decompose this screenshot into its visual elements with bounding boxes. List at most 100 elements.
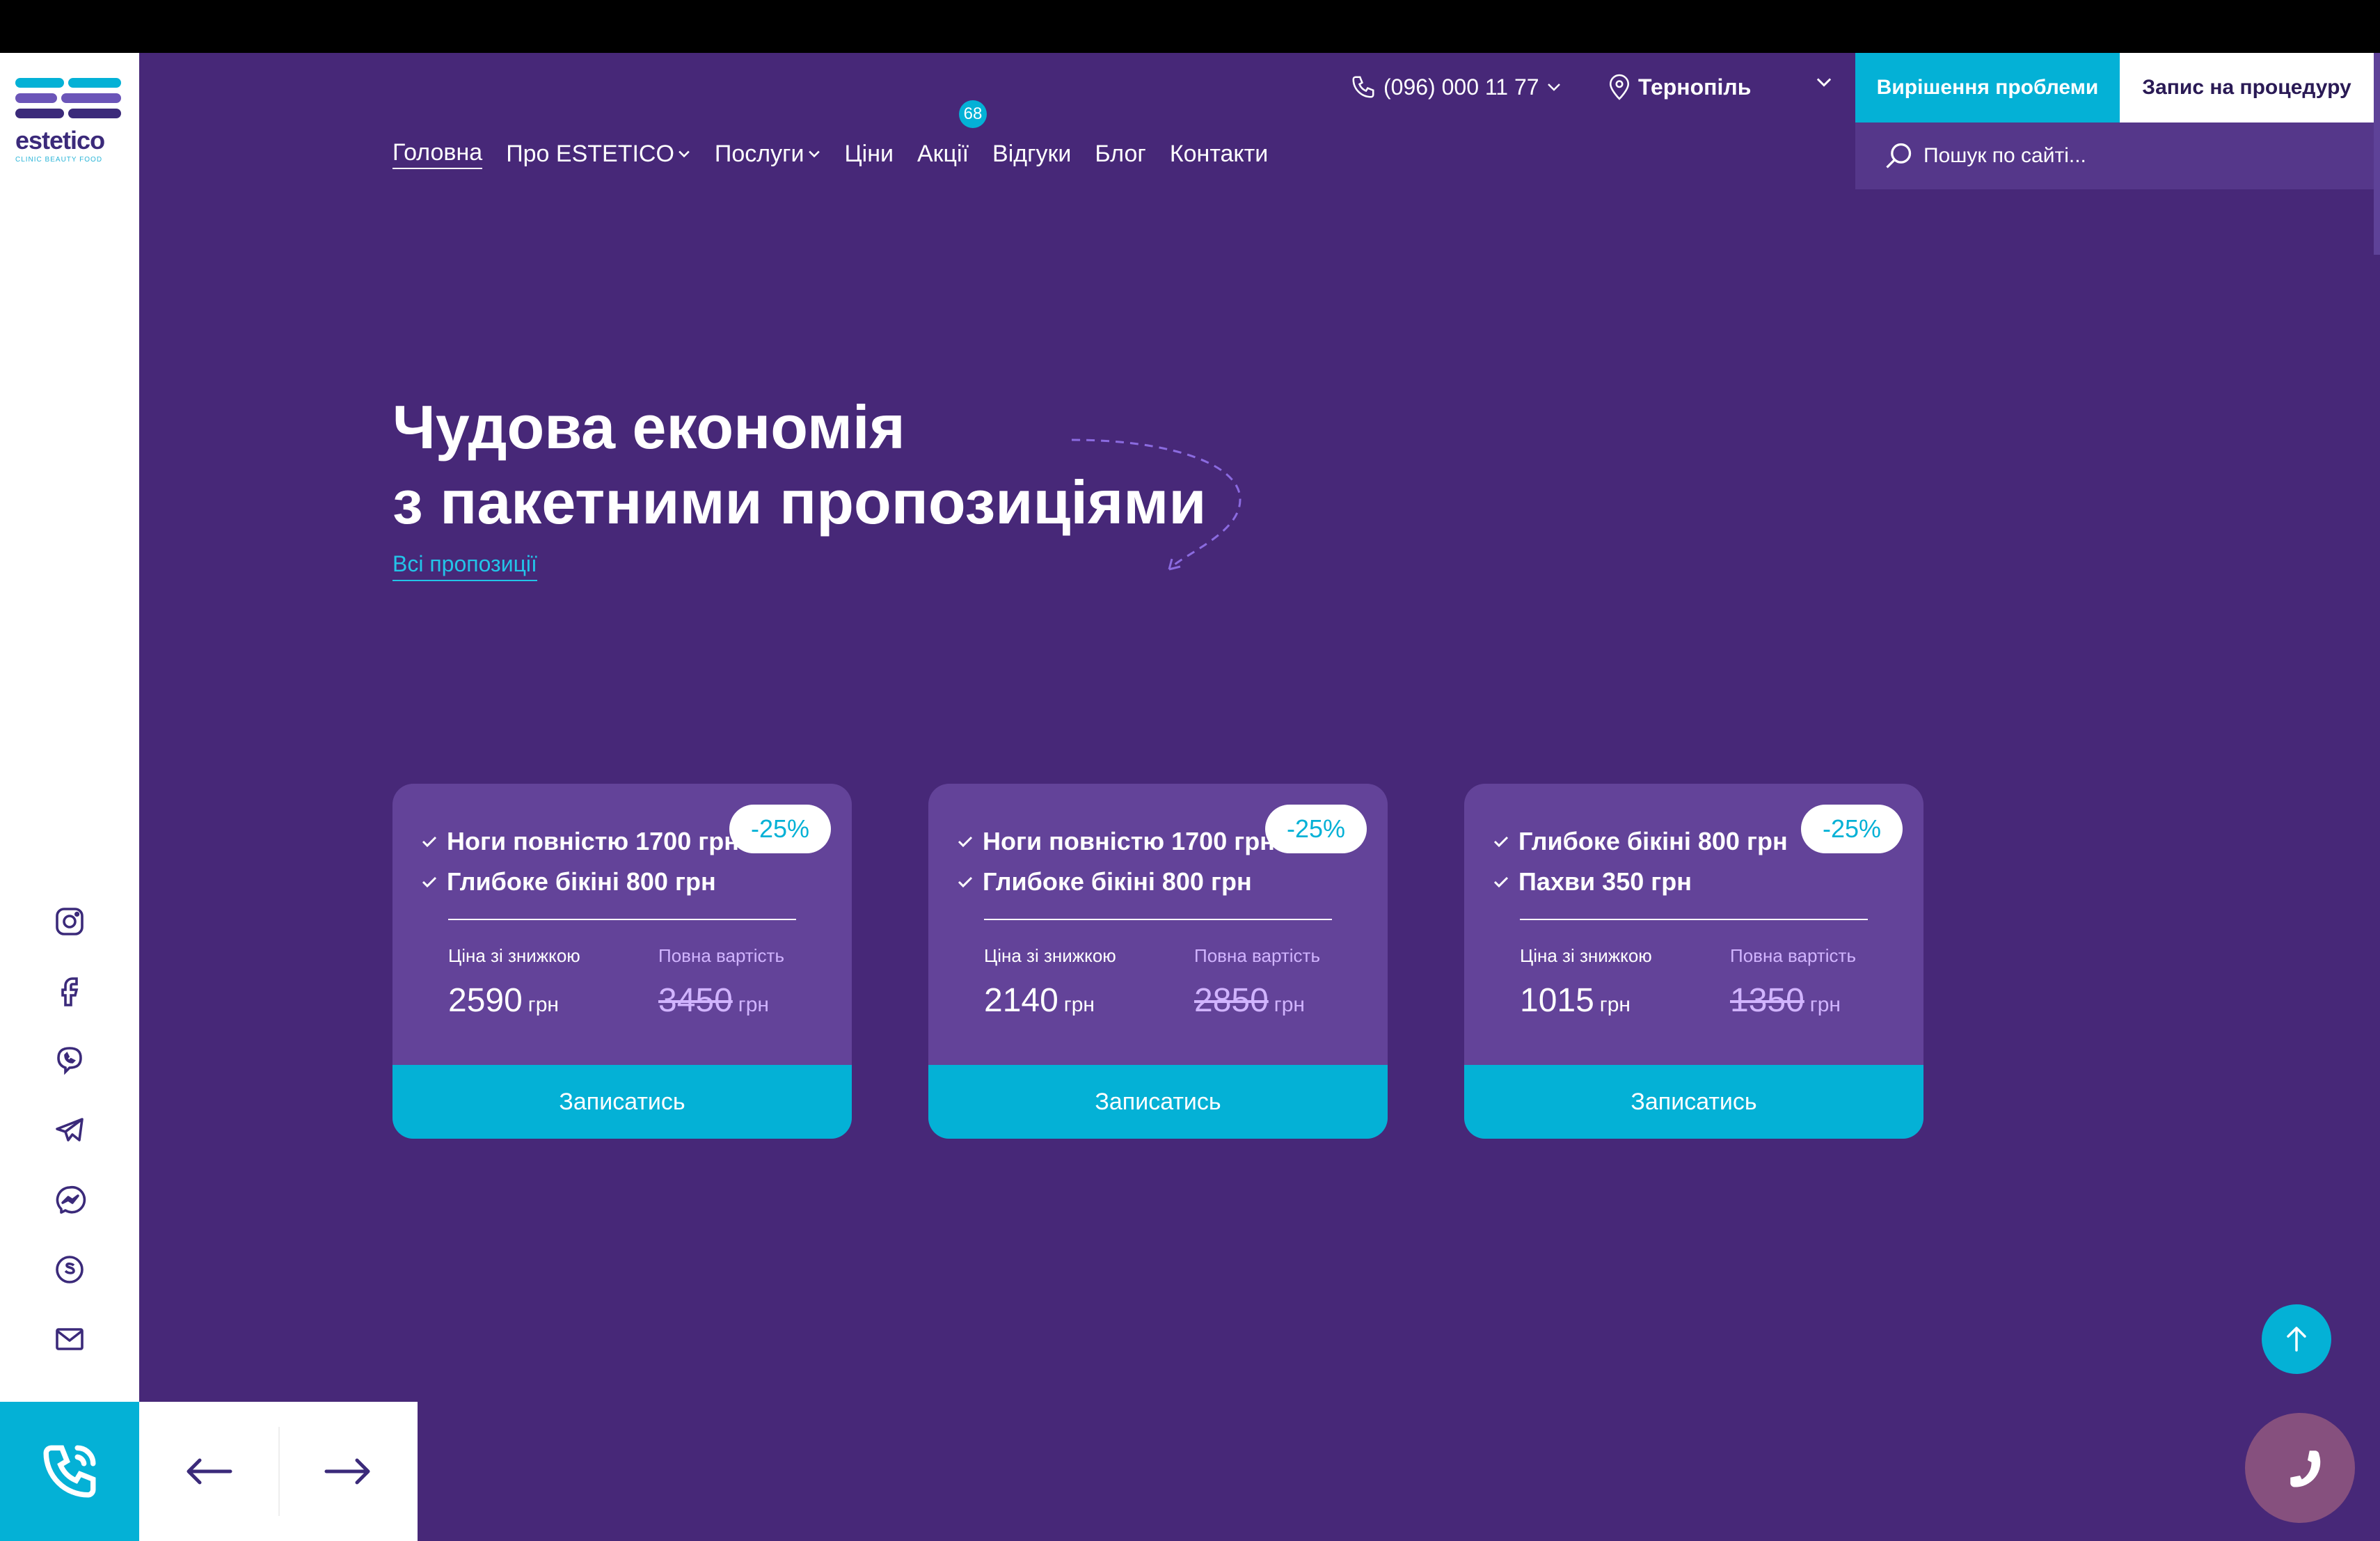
nav-label: Відгуки <box>992 140 1072 167</box>
nav-item-services[interactable]: Послуги <box>715 141 821 168</box>
chevron-down-icon <box>1547 84 1560 91</box>
chevron-down-icon <box>679 150 690 158</box>
discount-badge: -25% <box>729 805 831 853</box>
currency: грн <box>738 993 769 1016</box>
messenger-icon[interactable] <box>51 1182 88 1218</box>
nav-label: Акції <box>917 140 969 167</box>
mail-icon[interactable] <box>51 1321 88 1357</box>
check-icon <box>422 876 437 888</box>
header-phone[interactable]: (096) 000 11 77 <box>1350 70 1562 104</box>
offer-item-text: Ноги повністю 1700 грн <box>983 827 1275 855</box>
next-slide-button[interactable] <box>278 1402 418 1541</box>
currency: грн <box>1599 993 1631 1016</box>
chevron-down-icon[interactable] <box>1815 77 1833 88</box>
offer-items: Ноги повністю 1700 грн Глибоке бікіні 80… <box>958 821 1275 902</box>
nav-label: Ціни <box>844 140 894 167</box>
check-icon <box>958 836 973 848</box>
scrollbar-track[interactable] <box>2374 53 2380 1541</box>
city-selector[interactable]: Тернопіль <box>1608 70 1751 104</box>
full-price-label: Повна вартість <box>1194 945 1321 966</box>
list-item: Ноги повністю 1700 грн <box>422 821 739 862</box>
discount-price: 2590 грн <box>448 981 559 1020</box>
book-procedure-button[interactable]: Запис на процедуру <box>2120 53 2374 123</box>
call-button[interactable] <box>0 1402 139 1541</box>
main-nav: Головна Про ESTETICO Послуги Ціни Акції … <box>392 100 1292 170</box>
solve-problem-button[interactable]: Вирішення проблеми <box>1855 53 2120 123</box>
nav-label: Головна <box>392 139 483 166</box>
phone-icon <box>1352 76 1374 98</box>
discount-badge: -25% <box>1801 805 1903 853</box>
discount-price: 1015 грн <box>1520 981 1631 1020</box>
scroll-to-top-button[interactable] <box>2262 1304 2331 1374</box>
nav-label: Контакти <box>1169 140 1269 167</box>
list-item: Пахви 350 грн <box>1493 862 1788 902</box>
telegram-icon[interactable] <box>51 1112 88 1148</box>
nav-item-home[interactable]: Головна <box>392 139 483 169</box>
full-price: 2850 грн <box>1194 981 1305 1020</box>
check-icon <box>1493 836 1509 848</box>
book-offer-button[interactable]: Записатись <box>1464 1065 1923 1139</box>
offer-item-text: Ноги повністю 1700 грн <box>447 827 739 855</box>
instagram-icon[interactable] <box>51 903 88 940</box>
logo-wordmark: estetico <box>15 126 105 155</box>
callback-fab[interactable] <box>2245 1413 2355 1523</box>
prev-slide-button[interactable] <box>139 1402 278 1541</box>
arrow-up-icon <box>2287 1327 2306 1352</box>
currency: грн <box>527 993 559 1016</box>
viber-icon[interactable] <box>51 1043 88 1079</box>
check-icon <box>1493 876 1509 888</box>
all-offers-link[interactable]: Всі пропозиції <box>392 551 537 581</box>
full-price: 3450 грн <box>658 981 769 1020</box>
price-value: 2140 <box>984 982 1058 1019</box>
offer-items: Ноги повністю 1700 грн Глибоке бікіні 80… <box>422 821 739 902</box>
old-price-value: 1350 <box>1730 982 1804 1019</box>
offer-card: Ноги повністю 1700 грн Глибоке бікіні 80… <box>392 784 852 1139</box>
search-icon[interactable] <box>1883 141 1914 171</box>
list-item: Ноги повністю 1700 грн <box>958 821 1275 862</box>
full-price-label: Повна вартість <box>658 945 785 966</box>
book-offer-button[interactable]: Записатись <box>392 1065 852 1139</box>
slider-arrows <box>139 1402 418 1541</box>
full-price: 1350 грн <box>1730 981 1841 1020</box>
currency: грн <box>1063 993 1095 1016</box>
card-divider <box>1520 919 1868 920</box>
search-input[interactable] <box>1922 143 2356 168</box>
list-item: Глибоке бікіні 800 грн <box>958 862 1275 902</box>
discount-price: 2140 грн <box>984 981 1095 1020</box>
phone-number: (096) 000 11 77 <box>1383 74 1539 100</box>
nav-item-promotions[interactable]: Акції 68 <box>917 100 987 168</box>
phone-handset-icon <box>2290 1451 2321 1487</box>
nav-item-reviews[interactable]: Відгуки <box>992 141 1071 168</box>
book-offer-button[interactable]: Записатись <box>928 1065 1388 1139</box>
check-icon <box>422 836 437 848</box>
old-price-value: 3450 <box>658 982 733 1019</box>
skype-icon[interactable] <box>51 1251 88 1288</box>
chevron-down-icon <box>808 150 820 158</box>
arrow-right-icon <box>324 1458 370 1485</box>
offer-item-text: Пахви 350 грн <box>1518 867 1692 896</box>
check-icon <box>958 876 973 888</box>
phone-icon <box>43 1445 96 1498</box>
site-search <box>1855 123 2374 189</box>
offer-item-text: Глибоке бікіні 800 грн <box>1518 827 1788 855</box>
nav-item-about[interactable]: Про ESTETICO <box>506 141 691 168</box>
price-value: 1015 <box>1520 982 1594 1019</box>
offer-item-text: Глибоке бікіні 800 грн <box>983 867 1252 896</box>
discount-badge: -25% <box>1265 805 1367 853</box>
logo-tagline: CLINIC BEAUTY FOOD <box>15 156 103 164</box>
offer-card: Ноги повністю 1700 грн Глибоке бікіні 80… <box>928 784 1388 1139</box>
nav-item-blog[interactable]: Блог <box>1095 141 1145 168</box>
currency: грн <box>1809 993 1841 1016</box>
nav-item-prices[interactable]: Ціни <box>845 141 894 168</box>
nav-item-contacts[interactable]: Контакти <box>1170 141 1268 168</box>
promotions-count-badge: 68 <box>958 100 987 128</box>
social-links <box>51 903 88 1391</box>
list-item: Глибоке бікіні 800 грн <box>1493 821 1788 862</box>
full-price-label: Повна вартість <box>1730 945 1857 966</box>
decorative-dashed-arrow <box>1071 438 1241 571</box>
facebook-icon[interactable] <box>51 973 88 1009</box>
offer-item-text: Глибоке бікіні 800 грн <box>447 867 716 896</box>
old-price-value: 2850 <box>1194 982 1269 1019</box>
scrollbar-thumb[interactable] <box>2374 53 2380 255</box>
logo[interactable]: estetico CLINIC BEAUTY FOOD <box>15 78 124 164</box>
